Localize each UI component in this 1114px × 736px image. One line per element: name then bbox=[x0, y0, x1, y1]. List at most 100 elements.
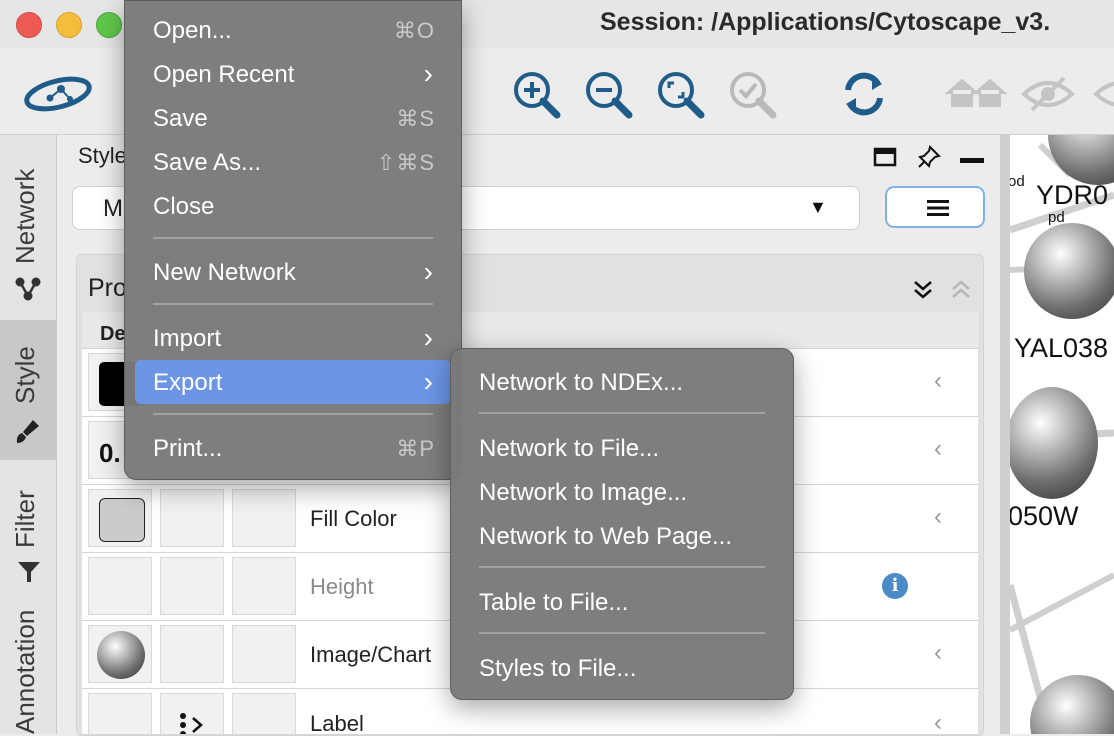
menu-separator bbox=[479, 412, 765, 414]
menu-item-network-to-ndex[interactable]: Network to NDEx... bbox=[461, 360, 783, 404]
menu-item-import[interactable]: Import › bbox=[135, 316, 451, 360]
edge-label: od bbox=[1008, 173, 1025, 190]
menu-separator bbox=[153, 303, 433, 305]
mapping-cell[interactable] bbox=[160, 625, 224, 683]
property-label: Label bbox=[310, 711, 364, 735]
expand-row-chevron-icon[interactable]: ‹ bbox=[934, 503, 942, 531]
menu-item-close[interactable]: Close bbox=[135, 184, 451, 228]
bypass-cell[interactable] bbox=[232, 489, 296, 547]
bypass-cell[interactable] bbox=[232, 693, 296, 734]
menu-item-label: Print... bbox=[153, 435, 223, 462]
tab-style-label: Style bbox=[10, 346, 40, 404]
tab-annotation-label: Annotation bbox=[10, 609, 40, 734]
menu-item-table-to-file[interactable]: Table to File... bbox=[461, 580, 783, 624]
menu-item-print[interactable]: Print... ⌘P bbox=[135, 426, 451, 470]
hide-icon[interactable] bbox=[1020, 68, 1076, 120]
menu-item-label: Network to NDEx... bbox=[479, 369, 684, 396]
chevron-right-icon: › bbox=[423, 256, 433, 287]
zoom-fit-icon[interactable] bbox=[654, 68, 706, 120]
menu-item-open[interactable]: Open... ⌘O bbox=[135, 8, 451, 52]
menu-item-network-to-file[interactable]: Network to File... bbox=[461, 426, 783, 470]
menu-item-label: New Network bbox=[153, 259, 296, 286]
mapping-cell bbox=[160, 557, 224, 615]
expand-row-chevron-icon[interactable]: ‹ bbox=[934, 639, 942, 667]
chevron-right-icon: › bbox=[423, 58, 433, 89]
tab-annotation[interactable]: Annotation bbox=[0, 600, 56, 734]
property-label: Image/Chart bbox=[310, 642, 432, 667]
menu-item-label: Network to Web Page... bbox=[479, 523, 733, 550]
expand-all-icon[interactable] bbox=[912, 278, 934, 305]
default-value-cell[interactable] bbox=[88, 489, 152, 547]
menu-item-label: Close bbox=[153, 193, 215, 220]
menu-icon bbox=[927, 200, 949, 221]
menu-separator bbox=[153, 413, 433, 415]
menu-item-save-as[interactable]: Save As... ⇧⌘S bbox=[135, 140, 451, 184]
network-node[interactable] bbox=[1024, 223, 1114, 319]
minimize-window-button[interactable] bbox=[56, 12, 82, 38]
menu-item-open-recent[interactable]: Open Recent › bbox=[135, 52, 451, 96]
tab-network[interactable]: Network bbox=[0, 140, 56, 312]
menu-item-export[interactable]: Export › bbox=[135, 360, 451, 404]
menu-item-new-network[interactable]: New Network › bbox=[135, 250, 451, 294]
network-node[interactable] bbox=[1010, 387, 1098, 499]
gray-swatch bbox=[99, 498, 145, 542]
node-label: YAL038 bbox=[1014, 333, 1109, 363]
window-title: Session: /Applications/Cytoscape_v3. bbox=[600, 8, 1051, 36]
style-options-button[interactable] bbox=[885, 186, 985, 228]
pin-icon[interactable] bbox=[916, 144, 942, 175]
mapping-cell[interactable] bbox=[160, 693, 224, 734]
properties-label: Pro bbox=[88, 274, 127, 302]
shortcut-label: ⌘S bbox=[396, 106, 435, 131]
bypass-cell bbox=[232, 557, 296, 615]
node-label: YDR0 bbox=[1036, 180, 1109, 210]
menu-item-network-to-image[interactable]: Network to Image... bbox=[461, 470, 783, 514]
zoom-window-button[interactable] bbox=[96, 12, 122, 38]
tab-filter[interactable]: Filter bbox=[0, 470, 56, 590]
network-canvas[interactable]: od pd YDR0 YAL038 050W bbox=[1000, 135, 1114, 734]
menu-item-label: Network to File... bbox=[479, 435, 660, 462]
expand-row-chevron-icon[interactable]: ‹ bbox=[934, 367, 942, 395]
property-label: Fill Color bbox=[310, 506, 397, 531]
default-value-cell[interactable] bbox=[88, 693, 152, 734]
show-icon[interactable] bbox=[1092, 68, 1114, 120]
chevron-right-icon: › bbox=[423, 322, 433, 353]
home-icon[interactable] bbox=[944, 68, 1008, 120]
float-panel-icon[interactable] bbox=[873, 146, 897, 173]
bypass-cell[interactable] bbox=[232, 625, 296, 683]
default-value-text: 0. bbox=[99, 438, 121, 468]
mapping-cell[interactable] bbox=[160, 489, 224, 547]
node-label: 050W bbox=[1008, 501, 1079, 531]
style-selector-value: M bbox=[103, 195, 123, 222]
menu-item-save[interactable]: Save ⌘S bbox=[135, 96, 451, 140]
menu-item-label: Table to File... bbox=[479, 589, 629, 616]
expand-row-chevron-icon[interactable]: ‹ bbox=[934, 709, 942, 734]
zoom-out-icon[interactable] bbox=[582, 68, 634, 120]
brush-icon bbox=[13, 416, 43, 451]
menu-separator bbox=[479, 632, 765, 634]
panel-title: Style bbox=[78, 143, 127, 168]
menu-item-label: Network to Image... bbox=[479, 479, 688, 506]
export-submenu: Network to NDEx... Network to File... Ne… bbox=[450, 348, 794, 700]
menu-separator bbox=[153, 237, 433, 239]
zoom-selected-icon[interactable] bbox=[726, 68, 778, 120]
sphere-preview-icon bbox=[97, 631, 145, 679]
zoom-in-icon[interactable] bbox=[510, 68, 562, 120]
menu-item-styles-to-file[interactable]: Styles to File... bbox=[461, 646, 783, 690]
file-menu: Open... ⌘O Open Recent › Save ⌘S Save As… bbox=[124, 0, 462, 480]
default-value-cell[interactable] bbox=[88, 625, 152, 683]
menu-item-label: Open Recent bbox=[153, 61, 295, 88]
menu-item-label: Styles to File... bbox=[479, 655, 637, 682]
expand-row-chevron-icon[interactable]: ‹ bbox=[934, 435, 942, 463]
menu-item-network-to-web-page[interactable]: Network to Web Page... bbox=[461, 514, 783, 558]
collapse-all-icon[interactable] bbox=[950, 278, 972, 305]
tab-style[interactable]: Style bbox=[0, 320, 56, 460]
property-label: Height bbox=[310, 574, 374, 599]
tab-filter-label: Filter bbox=[10, 490, 40, 548]
filter-icon bbox=[16, 560, 42, 589]
close-window-button[interactable] bbox=[16, 12, 42, 38]
shortcut-label: ⌘P bbox=[396, 436, 435, 461]
minimize-panel-icon[interactable] bbox=[960, 158, 984, 163]
menu-item-label: Open... bbox=[153, 17, 232, 44]
refresh-icon[interactable] bbox=[838, 68, 890, 120]
info-icon[interactable]: i bbox=[882, 573, 908, 599]
